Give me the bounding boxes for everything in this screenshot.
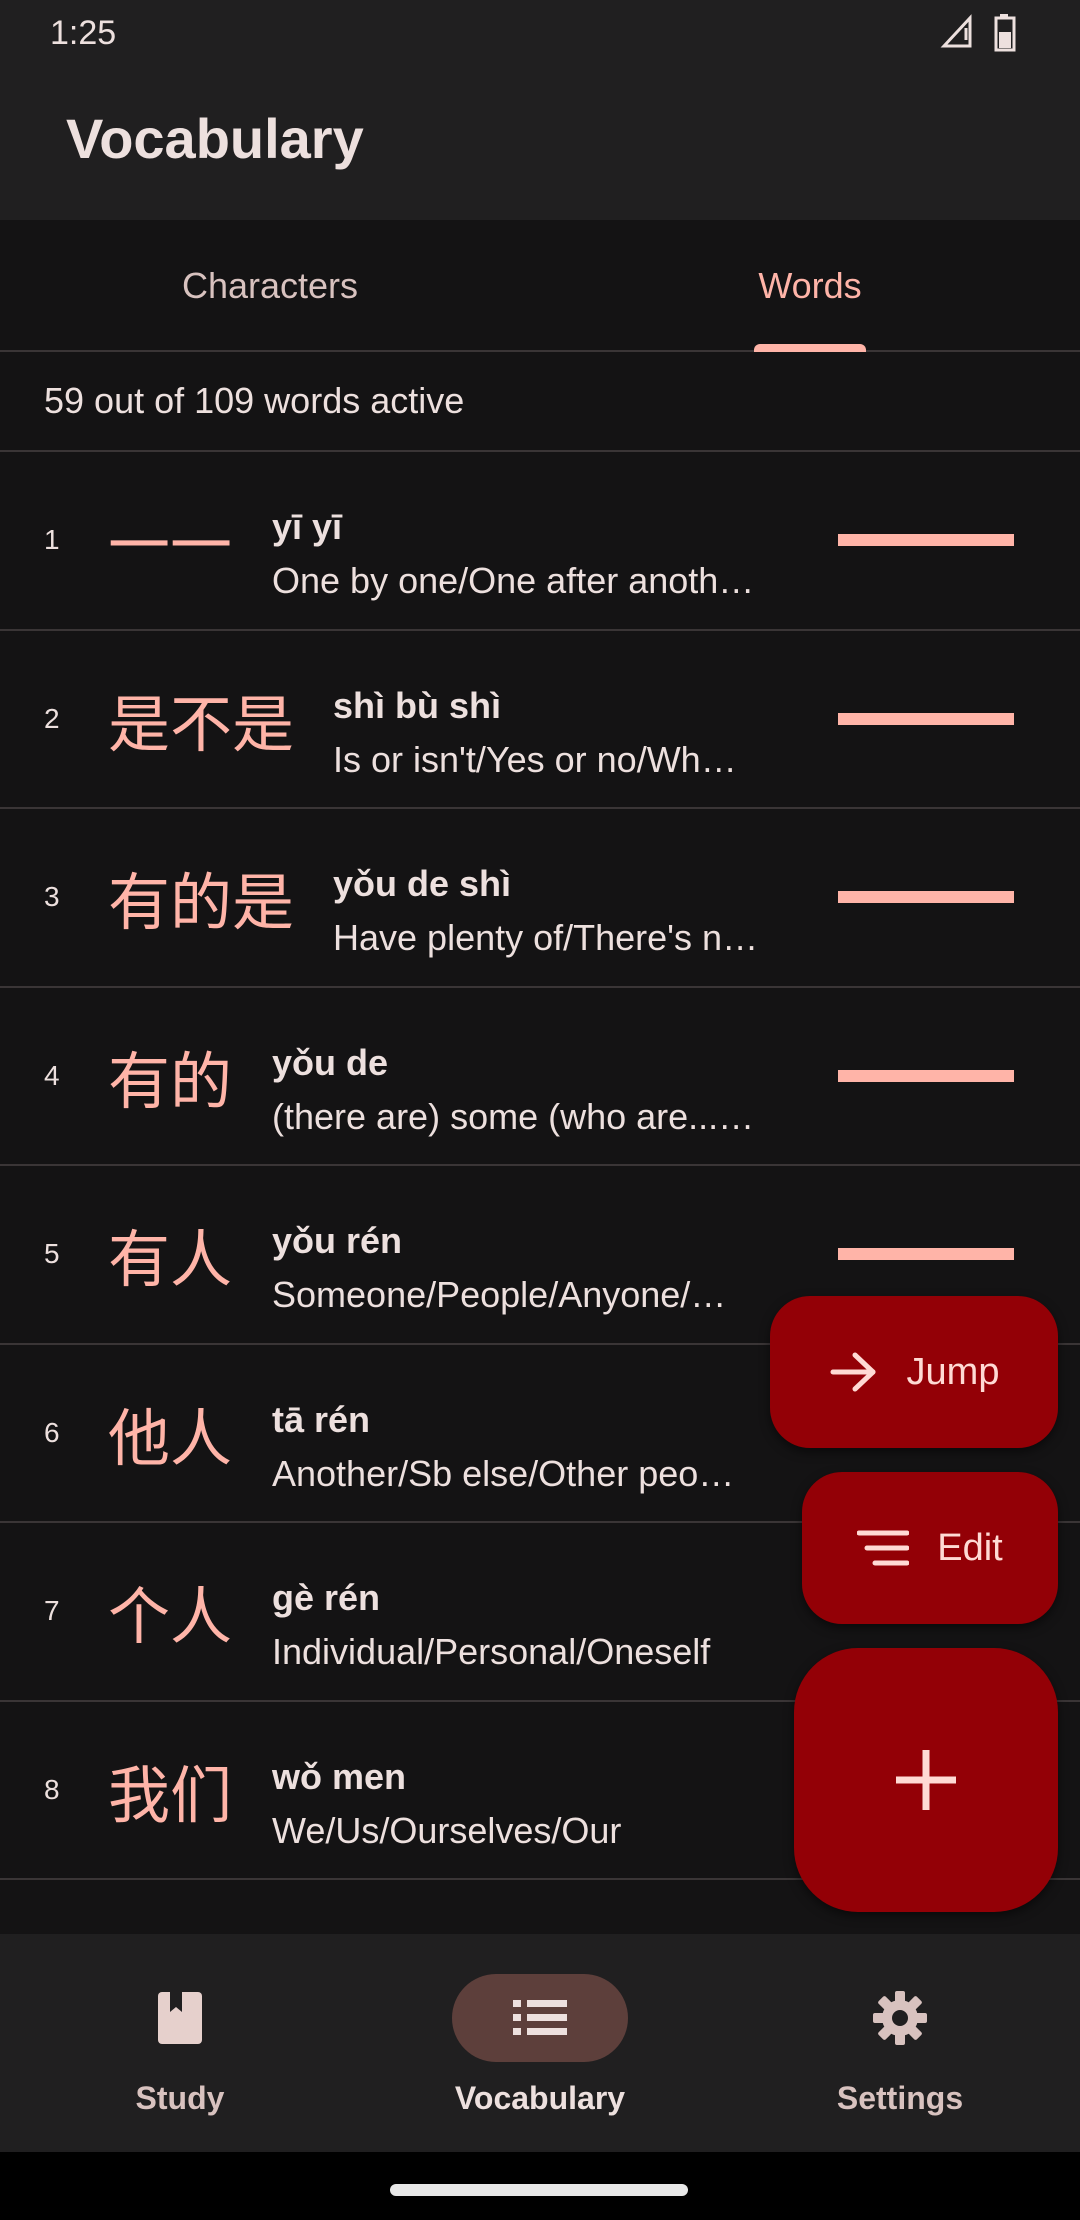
progress-bar: [838, 1069, 1014, 1082]
nav-icon-container: [452, 1974, 628, 2062]
row-meaning: Have plenty of/There's n…: [333, 917, 759, 958]
list-item[interactable]: 2 是不是 shì bù shì Is or isn't/Yes or no/W…: [0, 631, 1080, 809]
nav-label-vocabulary: Vocabulary: [454, 2080, 626, 2116]
row-meaning: Someone/People/Anyone/…: [272, 1274, 727, 1315]
tab-indicator: [754, 344, 866, 352]
row-hanzi: 他人: [108, 1401, 233, 1475]
top-app-bar: Vocabulary: [0, 68, 1080, 220]
row-pinyin: shì bù shì: [333, 684, 502, 726]
nav-label-settings: Settings: [836, 2080, 964, 2116]
row-meaning: We/Us/Ourselves/Our: [272, 1809, 622, 1851]
nav-label-study: Study: [135, 2080, 225, 2116]
progress-bar: [838, 891, 1014, 904]
row-text: gè rén Individual/Personal/Oneself: [272, 1577, 792, 1673]
jump-label: Jump: [906, 1350, 1000, 1393]
status-icons: [940, 14, 1020, 52]
row-meaning: Individual/Personal/Oneself: [272, 1631, 711, 1672]
sort-icon: [857, 1530, 910, 1566]
row-text: shì bù shì Is or isn't/Yes or no/Wh…: [333, 685, 793, 781]
row-meaning: (there are) some (who are...…: [272, 1095, 755, 1137]
tab-bar: Characters Words: [0, 220, 1080, 352]
system-gesture-area: [0, 2152, 1080, 2220]
battery-icon: [994, 14, 1016, 52]
progress-bar: [838, 712, 1014, 725]
row-hanzi: 我们: [108, 1758, 233, 1832]
nav-icon-container: [812, 1974, 988, 2062]
edit-label: Edit: [937, 1526, 1003, 1569]
signal-icon: [940, 14, 972, 48]
progress-bar: [838, 1248, 1014, 1261]
jump-button[interactable]: Jump: [770, 1296, 1058, 1448]
list-icon: [513, 2000, 567, 2035]
row-text: yǒu de (there are) some (who are...…: [272, 1042, 792, 1138]
list-item[interactable]: 3 有的是 yǒu de shì Have plenty of/There's …: [0, 809, 1080, 988]
nav-study[interactable]: Study: [0, 1934, 360, 2152]
row-text: yī yī One by one/One after anoth…: [272, 506, 792, 602]
row-hanzi: 有的: [108, 1044, 233, 1118]
row-pinyin: wǒ men: [272, 1755, 407, 1797]
row-index: 2: [44, 702, 60, 734]
row-index: 8: [44, 1773, 60, 1805]
page-title: Vocabulary: [66, 107, 364, 170]
tab-characters[interactable]: Characters: [0, 220, 540, 352]
nav-vocabulary[interactable]: Vocabulary: [360, 1934, 720, 2152]
row-index: 4: [44, 1059, 60, 1091]
bottom-navigation: Study Vocabulary Settings: [0, 1934, 1080, 2152]
gear-icon: [873, 1991, 927, 2045]
home-gesture-handle[interactable]: [390, 2184, 688, 2196]
progress-bar: [838, 534, 1014, 547]
add-word-button[interactable]: [794, 1648, 1058, 1912]
row-hanzi: 个人: [108, 1580, 233, 1654]
row-text: wǒ men We/Us/Ourselves/Our: [272, 1756, 792, 1852]
row-pinyin: tā rén: [272, 1398, 371, 1440]
row-index: 5: [44, 1238, 60, 1270]
row-hanzi: 有的是: [108, 866, 295, 940]
status-bar: 1:25: [0, 0, 1080, 68]
nav-icon-container: [92, 1974, 268, 2062]
row-meaning: Another/Sb else/Other peo…: [272, 1452, 735, 1494]
nav-settings[interactable]: Settings: [720, 1934, 1080, 2152]
row-hanzi: 是不是: [108, 687, 295, 761]
edit-button[interactable]: Edit: [802, 1472, 1058, 1624]
row-pinyin: yǒu de: [272, 1041, 389, 1083]
arrow-right-icon: [830, 1352, 876, 1392]
row-hanzi: 一一: [108, 509, 233, 583]
row-text: yǒu rén Someone/People/Anyone/…: [272, 1220, 792, 1316]
list-item[interactable]: 4 有的 yǒu de (there are) some (who are...…: [0, 988, 1080, 1166]
row-index: 7: [44, 1595, 60, 1627]
book-icon: [158, 1992, 202, 2044]
row-hanzi: 有人: [108, 1223, 233, 1297]
row-pinyin: yī yī: [272, 506, 343, 547]
tab-words[interactable]: Words: [540, 220, 1080, 352]
row-meaning: One by one/One after anoth…: [272, 560, 755, 601]
row-pinyin: yǒu rén: [272, 1220, 403, 1261]
list-item[interactable]: 1 一一 yī yī One by one/One after anoth…: [0, 452, 1080, 631]
active-count: 59 out of 109 words active: [0, 352, 1080, 452]
plus-icon: [896, 1750, 956, 1810]
row-index: 3: [44, 881, 60, 913]
row-index: 6: [44, 1416, 60, 1448]
row-text: tā rén Another/Sb else/Other peo…: [272, 1399, 792, 1495]
status-time: 1:25: [50, 14, 117, 52]
row-pinyin: yǒu de shì: [333, 863, 512, 904]
row-meaning: Is or isn't/Yes or no/Wh…: [333, 738, 737, 780]
row-pinyin: gè rén: [272, 1577, 381, 1618]
row-text: yǒu de shì Have plenty of/There's n…: [333, 863, 793, 959]
row-index: 1: [44, 524, 60, 556]
